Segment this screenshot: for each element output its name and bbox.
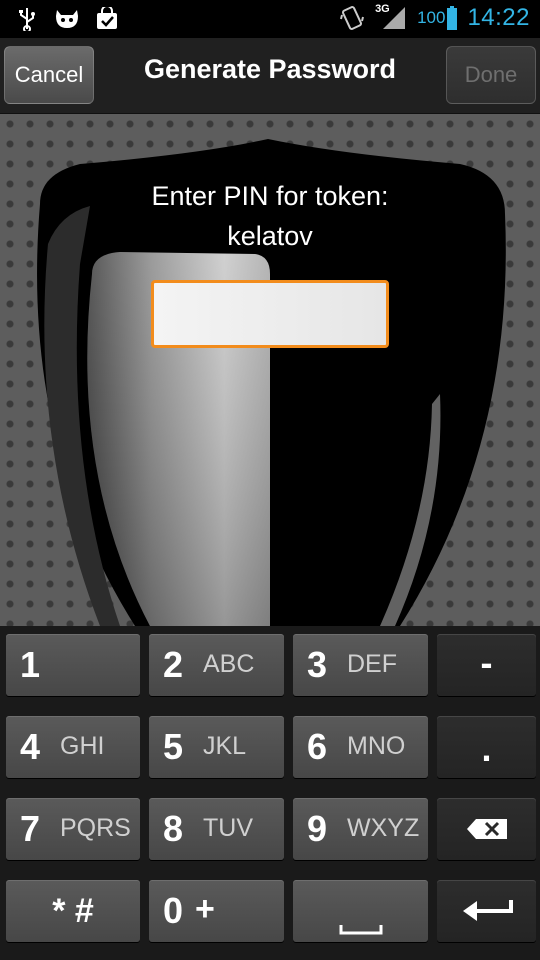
- key-2[interactable]: 2 ABC: [149, 634, 284, 696]
- key-backspace[interactable]: [437, 798, 536, 860]
- enter-icon: [437, 880, 536, 942]
- key-8-letters: TUV: [203, 814, 253, 842]
- key-2-digit: 2: [163, 644, 184, 685]
- vibrate-icon: [339, 5, 365, 31]
- key-minus-label: -: [480, 642, 493, 683]
- space-icon: [293, 880, 428, 942]
- key-5-digit: 5: [163, 726, 184, 767]
- key-7-digit: 7: [20, 808, 41, 849]
- battery-level: 100: [417, 8, 446, 27]
- signal-icon: 3G: [375, 3, 407, 31]
- android-debug-icon: [54, 6, 80, 32]
- key-4-letters: GHI: [60, 732, 105, 760]
- backspace-icon: [437, 798, 536, 860]
- key-9-digit: 9: [307, 808, 328, 849]
- done-button[interactable]: Done: [446, 46, 536, 104]
- key-space[interactable]: [293, 880, 428, 942]
- key-dot-label: .: [481, 728, 492, 769]
- key-5-letters: JKL: [203, 732, 247, 760]
- network-type: 3G: [375, 3, 390, 15]
- key-8[interactable]: 8 TUV: [149, 798, 284, 860]
- numeric-keypad: 1 2 ABC 3 DEF - 4 GHI 5 JKL 6 MNO . 7 PQ…: [0, 626, 540, 960]
- key-star-hash[interactable]: * #: [6, 880, 140, 942]
- key-0-plus: +: [195, 890, 215, 928]
- key-7-letters: PQRS: [60, 814, 131, 842]
- key-6[interactable]: 6 MNO: [293, 716, 428, 778]
- pin-entry-panel: Enter PIN for token: kelatov: [0, 114, 540, 626]
- key-4-digit: 4: [20, 726, 41, 767]
- key-0[interactable]: 0 +: [149, 880, 284, 942]
- battery-icon: [447, 5, 458, 31]
- key-5[interactable]: 5 JKL: [149, 716, 284, 778]
- pin-input[interactable]: [151, 280, 389, 348]
- key-3-digit: 3: [307, 644, 328, 685]
- key-star-hash-label: * #: [52, 892, 94, 930]
- key-7[interactable]: 7 PQRS: [6, 798, 140, 860]
- key-enter[interactable]: [437, 880, 536, 942]
- key-9-letters: WXYZ: [347, 814, 420, 842]
- key-3-letters: DEF: [347, 650, 397, 678]
- key-8-digit: 8: [163, 808, 184, 849]
- key-1-digit: 1: [20, 644, 41, 685]
- key-minus[interactable]: -: [437, 634, 536, 696]
- key-6-letters: MNO: [347, 732, 406, 760]
- status-bar: 3G 100 14:22: [0, 0, 540, 38]
- key-6-digit: 6: [307, 726, 328, 767]
- key-1[interactable]: 1: [6, 634, 140, 696]
- key-dot[interactable]: .: [437, 716, 536, 778]
- key-3[interactable]: 3 DEF: [293, 634, 428, 696]
- usb-icon: [14, 6, 40, 32]
- key-0-digit: 0: [163, 890, 184, 931]
- download-complete-icon: [94, 6, 120, 32]
- key-2-letters: ABC: [203, 650, 255, 678]
- pin-prompt-line1: Enter PIN for token:: [151, 181, 389, 211]
- key-4[interactable]: 4 GHI: [6, 716, 140, 778]
- clock: 14:22: [467, 4, 530, 31]
- pin-prompt: Enter PIN for token: kelatov: [0, 176, 540, 256]
- token-name: kelatov: [227, 221, 313, 251]
- action-bar: Cancel Generate Password Done: [0, 38, 540, 114]
- key-9[interactable]: 9 WXYZ: [293, 798, 428, 860]
